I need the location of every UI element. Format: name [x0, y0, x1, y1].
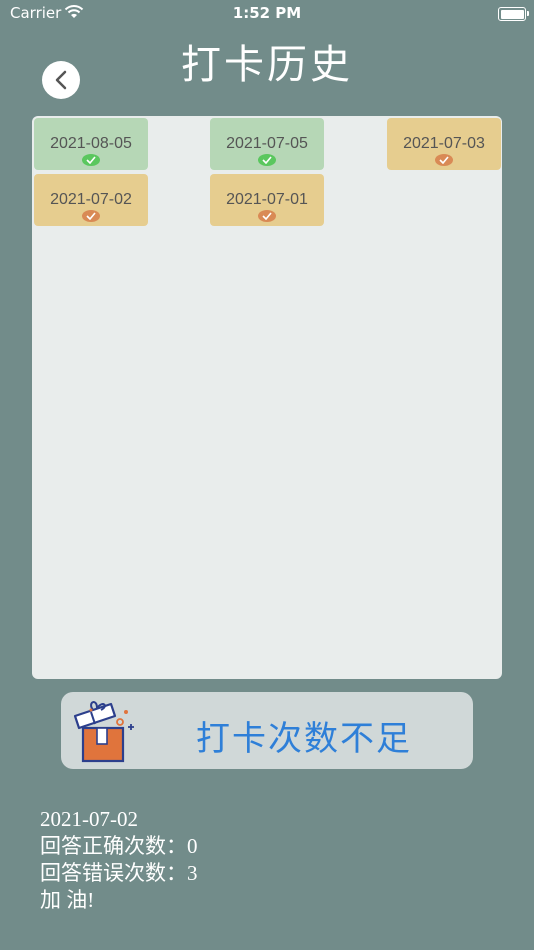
status-bar: Carrier 1:52 PM	[0, 0, 534, 28]
check-icon	[435, 154, 453, 166]
page-title: 打卡历史	[181, 42, 353, 88]
check-icon	[258, 210, 276, 222]
check-icon	[258, 154, 276, 166]
summary-wrong-count: 回答错误次数：3	[40, 861, 198, 885]
summary-encourage: 加 油!	[40, 888, 95, 912]
checkin-calendar: 2021-08-05 2021-07-05 2021-07-03 2021-07…	[32, 116, 502, 679]
reward-label: 打卡次数不足	[196, 719, 412, 759]
summary-date: 2021-07-02	[40, 807, 138, 831]
check-icon	[82, 154, 100, 166]
day-card[interactable]: 2021-07-03	[387, 118, 501, 170]
reward-button[interactable]: 打卡次数不足	[61, 692, 473, 769]
day-card[interactable]: 2021-07-05	[210, 118, 324, 170]
gift-box-icon	[73, 700, 135, 768]
day-date: 2021-07-02	[50, 191, 132, 208]
day-date: 2021-08-05	[50, 135, 132, 152]
day-card[interactable]: 2021-07-02	[34, 174, 148, 226]
status-time: 1:52 PM	[232, 4, 302, 22]
battery-icon	[498, 7, 529, 21]
summary-correct-count: 回答正确次数：0	[40, 834, 198, 858]
day-card[interactable]: 2021-07-01	[210, 174, 324, 226]
day-date: 2021-07-03	[403, 135, 485, 152]
day-card[interactable]: 2021-08-05	[34, 118, 148, 170]
checkin-summary: 2021-07-02 回答正确次数：0 回答错误次数：3 加 油!	[40, 806, 198, 914]
day-date: 2021-07-01	[226, 191, 308, 208]
check-icon	[82, 210, 100, 222]
day-date: 2021-07-05	[226, 135, 308, 152]
